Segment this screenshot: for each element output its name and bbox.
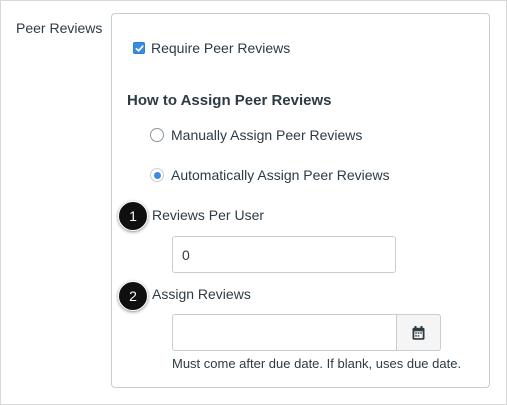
- reviews-per-user-input[interactable]: [172, 236, 396, 273]
- automatic-assign-label: Automatically Assign Peer Reviews: [171, 167, 390, 183]
- manual-assign-radio[interactable]: [150, 128, 164, 142]
- assign-reviews-label: Assign Reviews: [152, 286, 251, 302]
- manual-assign-label: Manually Assign Peer Reviews: [171, 127, 363, 143]
- reviews-per-user-label: Reviews Per User: [152, 207, 265, 223]
- date-picker-button[interactable]: [396, 314, 441, 351]
- assign-reviews-date-input[interactable]: [172, 314, 396, 351]
- require-peer-reviews-checkbox[interactable]: [133, 42, 145, 54]
- callout-badge-1: 1: [118, 201, 148, 231]
- assign-heading: How to Assign Peer Reviews: [127, 92, 332, 109]
- manual-assign-option[interactable]: Manually Assign Peer Reviews: [150, 127, 362, 143]
- calendar-icon: [412, 325, 425, 340]
- automatic-assign-option[interactable]: Automatically Assign Peer Reviews: [150, 167, 390, 183]
- section-label: Peer Reviews: [16, 20, 103, 36]
- radio-selected-dot: [153, 171, 161, 179]
- require-peer-reviews-option[interactable]: Require Peer Reviews: [133, 40, 290, 56]
- checkmark-icon: [135, 44, 144, 52]
- automatic-assign-radio[interactable]: [150, 168, 164, 182]
- assign-reviews-date-field: [172, 314, 441, 351]
- require-peer-reviews-label: Require Peer Reviews: [151, 40, 291, 56]
- callout-badge-2: 2: [118, 281, 148, 311]
- assign-reviews-help-text: Must come after due date. If blank, uses…: [172, 356, 462, 371]
